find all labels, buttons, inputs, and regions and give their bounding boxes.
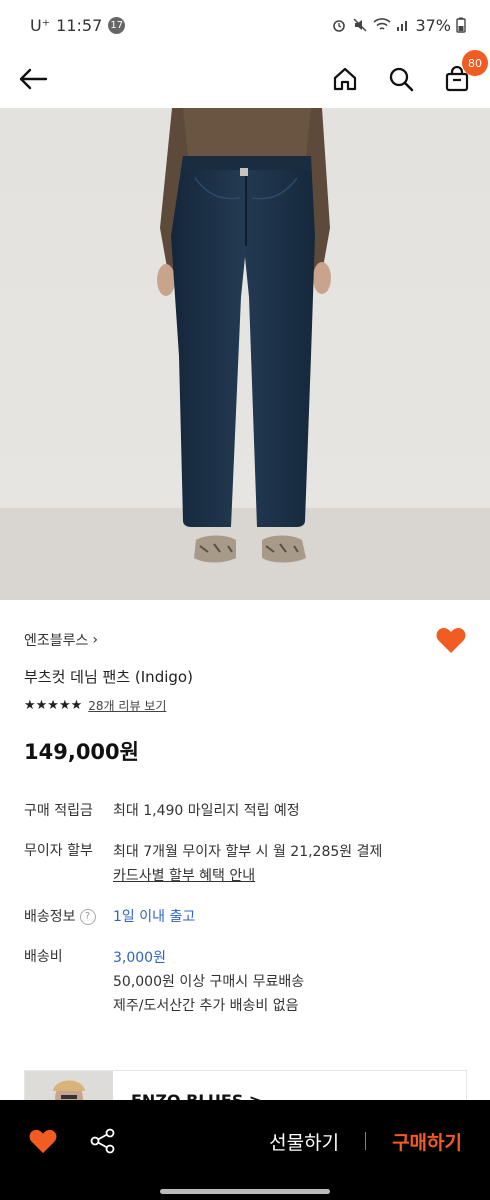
installment-value: 최대 7개월 무이자 할부 시 월 21,285원 결제 bbox=[113, 844, 383, 860]
status-bar: U⁺ 11:57 17 37% bbox=[0, 0, 490, 50]
fee-row: 배송비 3,000원 50,000원 이상 구매시 무료배송 제주/도서산간 추… bbox=[24, 946, 466, 1018]
brand-row: 엔조블루스 › bbox=[24, 626, 466, 654]
installment-benefit-link[interactable]: 카드사별 할부 혜택 안내 bbox=[113, 864, 382, 888]
bottom-left-actions bbox=[28, 1126, 118, 1156]
review-link[interactable]: 28개 리뷰 보기 bbox=[88, 697, 166, 714]
installment-label: 무이자 할부 bbox=[24, 843, 93, 859]
battery-percent: 37% bbox=[415, 15, 451, 35]
fee-note-island: 제주/도서산간 추가 배송비 없음 bbox=[113, 998, 299, 1014]
search-button[interactable] bbox=[386, 64, 416, 94]
buy-button[interactable]: 구매하기 bbox=[392, 1128, 462, 1155]
home-indicator bbox=[160, 1189, 330, 1194]
fee-value-block: 3,000원 50,000원 이상 구매시 무료배송 제주/도서산간 추가 배송… bbox=[113, 946, 304, 1018]
bottom-wishlist-button[interactable] bbox=[28, 1126, 58, 1156]
top-nav: 80 bbox=[0, 50, 490, 108]
star-rating-icon: ★★★★★ bbox=[24, 698, 83, 713]
home-button[interactable] bbox=[330, 64, 360, 94]
points-value: 최대 1,490 마일리지 적립 예정 bbox=[113, 803, 300, 819]
status-right: 37% bbox=[331, 16, 466, 35]
battery-icon bbox=[456, 17, 466, 33]
shipping-label-group: 배송정보 ? bbox=[24, 906, 113, 928]
cart-button[interactable]: 80 bbox=[442, 50, 488, 94]
product-name: 부츠컷 데님 팬츠 (Indigo) bbox=[24, 668, 193, 686]
share-icon bbox=[90, 1128, 115, 1154]
search-icon bbox=[389, 67, 414, 92]
fee-note-free: 50,000원 이상 구매시 무료배송 bbox=[113, 974, 305, 990]
gift-button[interactable]: 선물하기 bbox=[269, 1128, 339, 1155]
wishlist-button[interactable] bbox=[436, 625, 466, 655]
installment-row: 무이자 할부 최대 7개월 무이자 할부 시 월 21,285원 결제 카드사별… bbox=[24, 840, 466, 888]
alarm-icon bbox=[333, 20, 346, 32]
rating-row: ★★★★★ 28개 리뷰 보기 bbox=[24, 697, 466, 714]
points-row: 구매 적립금 최대 1,490 마일리지 적립 예정 bbox=[24, 800, 466, 822]
arrow-left-icon bbox=[19, 68, 48, 90]
installment-value-block: 최대 7개월 무이자 할부 시 월 21,285원 결제 카드사별 할부 혜택 … bbox=[113, 840, 382, 888]
divider bbox=[365, 1132, 367, 1150]
status-left: U⁺ 11:57 17 bbox=[30, 15, 126, 35]
shipping-value: 1일 이내 출고 bbox=[113, 909, 196, 925]
bottom-action-bar: 선물하기 구매하기 bbox=[0, 1100, 490, 1200]
shipping-label: 배송정보 bbox=[24, 909, 76, 925]
brand-link[interactable]: 엔조블루스 › bbox=[24, 630, 98, 650]
points-label: 구매 적립금 bbox=[24, 803, 93, 819]
heart-icon bbox=[436, 628, 466, 653]
home-icon bbox=[333, 67, 357, 91]
fee-value: 3,000원 bbox=[113, 950, 166, 966]
notification-count-badge: 17 bbox=[108, 16, 126, 34]
share-button[interactable] bbox=[88, 1126, 118, 1156]
product-info: 엔조블루스 › 부츠컷 데님 팬츠 (Indigo) ★★★★★ 28개 리뷰 … bbox=[0, 600, 490, 1036]
heart-icon bbox=[29, 1129, 57, 1154]
status-time: 11:57 bbox=[56, 15, 103, 35]
mute-icon bbox=[353, 18, 367, 32]
detail-list: 구매 적립금 최대 1,490 마일리지 적립 예정 무이자 할부 최대 7개월… bbox=[24, 800, 466, 1018]
product-price: 149,000원 bbox=[24, 740, 139, 764]
back-button[interactable] bbox=[18, 64, 48, 94]
cart-count-badge: 80 bbox=[462, 50, 488, 76]
wifi-icon bbox=[373, 18, 391, 30]
brand-name: 엔조블루스 bbox=[24, 633, 89, 649]
nav-actions: 80 bbox=[330, 50, 488, 94]
chevron-right-icon: › bbox=[92, 632, 99, 648]
bottom-action-row: 선물하기 구매하기 bbox=[0, 1100, 490, 1182]
help-icon[interactable]: ? bbox=[79, 909, 96, 925]
bottom-right-actions: 선물하기 구매하기 bbox=[269, 1128, 462, 1155]
product-photo bbox=[0, 108, 490, 600]
carrier-label: U⁺ bbox=[30, 15, 51, 35]
product-image[interactable] bbox=[0, 108, 490, 600]
signal-icon bbox=[397, 21, 408, 31]
fee-label: 배송비 bbox=[24, 949, 63, 965]
shipping-row: 배송정보 ? 1일 이내 출고 bbox=[24, 906, 466, 928]
